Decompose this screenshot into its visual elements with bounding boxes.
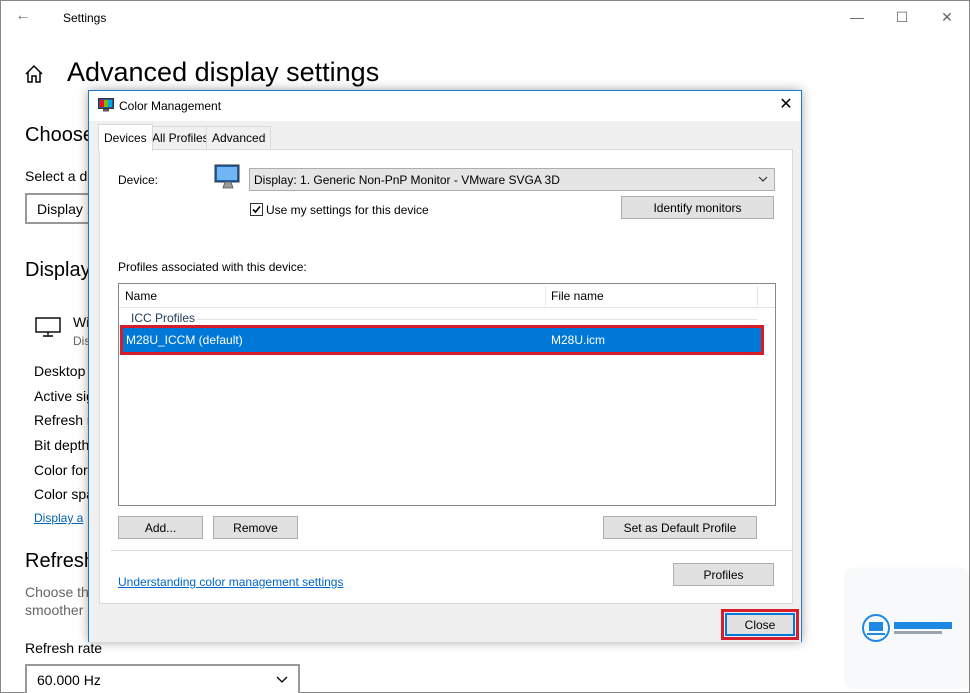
- info-row-bit-depth: Bit depth: [34, 437, 90, 453]
- close-icon[interactable]: ✕: [937, 9, 957, 26]
- info-row-active-signal: Active sig: [34, 388, 94, 404]
- watermark-logo: [846, 570, 968, 687]
- profiles-associated-label: Profiles associated with this device:: [118, 260, 307, 274]
- device-dropdown-value: Display: 1. Generic Non-PnP Monitor - VM…: [254, 172, 560, 187]
- refresh-heading: Refresh: [25, 550, 96, 572]
- monitor-icon: [35, 317, 61, 337]
- home-icon[interactable]: [23, 63, 45, 85]
- display-name: Wi: [73, 314, 90, 330]
- info-row-color-space: Color spa: [34, 486, 94, 502]
- set-default-profile-button[interactable]: Set as Default Profile: [603, 516, 757, 539]
- dialog-titlebar: Color Management ✕: [89, 91, 801, 121]
- device-label: Device:: [118, 173, 159, 187]
- dialog-title: Color Management: [119, 99, 222, 113]
- column-divider[interactable]: [757, 286, 758, 306]
- info-row-color-format: Color for: [34, 462, 88, 478]
- display-adapter-link[interactable]: Display a: [34, 511, 83, 525]
- use-settings-label: Use my settings for this device: [266, 203, 429, 217]
- refresh-desc-line1: Choose the: [25, 584, 97, 600]
- column-header-file-name[interactable]: File name: [545, 284, 604, 308]
- display-select-value: Display 1: [37, 200, 95, 217]
- chevron-down-icon: [758, 176, 768, 182]
- use-settings-checkbox[interactable]: [250, 203, 263, 216]
- icc-profiles-group-label: ICC Profiles: [131, 311, 196, 325]
- add-profile-button[interactable]: Add...: [118, 516, 203, 539]
- select-display-label: Select a di: [25, 168, 91, 184]
- table-row-selected[interactable]: M28U_ICCM (default) M28U.icm: [120, 325, 764, 355]
- tab-advanced[interactable]: Advanced: [206, 126, 272, 149]
- watermark-logo-image: [862, 614, 952, 642]
- info-row-desktop: Desktop: [34, 363, 86, 379]
- identify-monitors-button[interactable]: Identify monitors: [621, 196, 774, 219]
- minimize-icon[interactable]: —: [847, 9, 867, 25]
- profile-name-cell: M28U_ICCM (default): [126, 333, 243, 347]
- choose-heading: Choose: [25, 124, 94, 146]
- refresh-rate-label: Refresh rate: [25, 640, 103, 656]
- dialog-footer: [89, 605, 801, 642]
- close-button[interactable]: Close: [721, 609, 799, 640]
- tab-all-profiles[interactable]: All Profiles: [146, 126, 215, 149]
- color-management-help-link[interactable]: Understanding color management settings: [118, 575, 343, 589]
- group-divider: [197, 319, 757, 320]
- color-management-dialog: Color Management ✕ Devices All Profiles …: [88, 90, 802, 642]
- refresh-desc-line2: smoother r: [25, 602, 92, 618]
- display-heading: Display: [25, 259, 91, 281]
- monitor-device-icon: [214, 164, 240, 189]
- tab-devices[interactable]: Devices: [98, 124, 153, 151]
- profiles-list[interactable]: Name File name ICC Profiles M28U_ICCM (d…: [118, 283, 776, 506]
- color-management-icon: [98, 98, 114, 112]
- settings-titlebar: ← Settings — ☐ ✕: [1, 1, 969, 35]
- back-arrow-icon[interactable]: ←: [15, 7, 31, 25]
- profile-file-cell: M28U.icm: [551, 333, 606, 347]
- device-dropdown[interactable]: Display: 1. Generic Non-PnP Monitor - VM…: [249, 168, 775, 191]
- profiles-button[interactable]: Profiles: [673, 563, 774, 586]
- list-header: Name File name: [119, 284, 775, 308]
- refresh-rate-select[interactable]: 60.000 Hz: [25, 664, 300, 693]
- checkmark-icon: [252, 205, 261, 214]
- page-title: Advanced display settings: [67, 57, 380, 87]
- remove-profile-button[interactable]: Remove: [213, 516, 298, 539]
- chevron-down-icon: [276, 676, 288, 683]
- dialog-close-icon[interactable]: ✕: [771, 91, 801, 121]
- settings-window-title: Settings: [63, 11, 107, 25]
- divider: [111, 550, 793, 551]
- maximize-icon[interactable]: ☐: [892, 9, 912, 26]
- column-header-name[interactable]: Name: [119, 284, 157, 308]
- refresh-rate-value: 60.000 Hz: [37, 671, 101, 688]
